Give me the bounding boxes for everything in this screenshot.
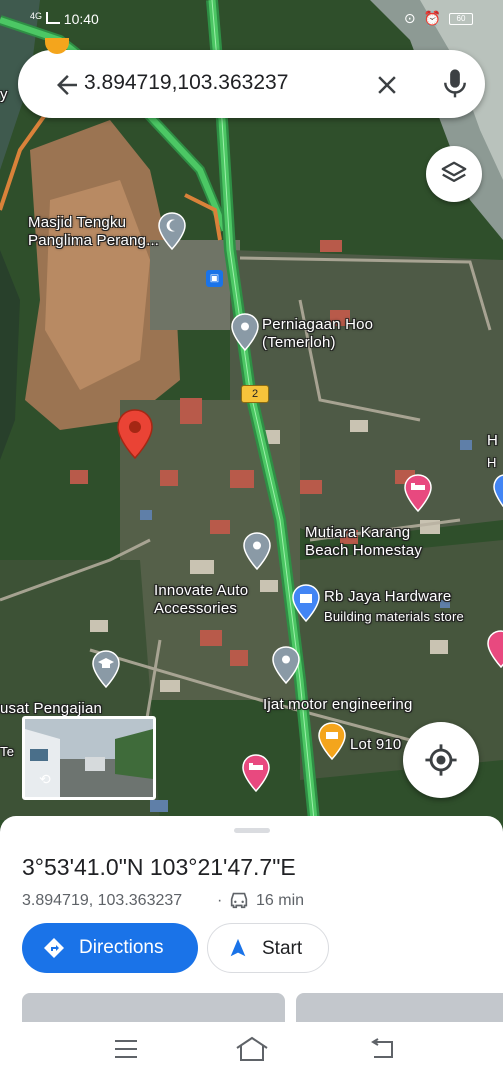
crosshair-icon (425, 744, 457, 776)
label-innovate[interactable]: Innovate Auto Accessories (154, 582, 248, 618)
label-rbjaya[interactable]: Rb Jaya Hardware (324, 588, 451, 606)
home-icon[interactable] (235, 1036, 269, 1062)
label-edge-h2[interactable]: H (487, 455, 497, 470)
layers-button[interactable] (426, 146, 482, 202)
directions-button[interactable]: Directions (22, 923, 198, 973)
hotel-place-icon[interactable] (242, 754, 270, 792)
start-navigation-button[interactable]: Start (207, 923, 329, 973)
start-label: Start (262, 938, 303, 959)
microphone-icon[interactable] (440, 67, 470, 101)
hotel-place-icon[interactable] (487, 630, 503, 668)
shop-place-icon[interactable] (272, 646, 300, 684)
coordinates-title: 3°53'41.0"N 103°21'47.7"E (22, 854, 296, 880)
location-status-icon: ⊙ (403, 10, 416, 26)
label-edge-h1[interactable]: H (487, 432, 498, 450)
label-edge-left[interactable]: y (0, 86, 8, 104)
separator: · (217, 892, 223, 909)
signal-icon (45, 12, 60, 24)
label-rbjaya-category: Building materials store (324, 609, 464, 624)
shop-place-icon[interactable] (231, 313, 259, 351)
school-place-icon[interactable] (92, 650, 120, 688)
label-ijat[interactable]: Ijat motor engineering (263, 696, 413, 714)
label-perniagaan[interactable]: Perniagaan Hoo (Temerloh) (262, 316, 373, 352)
status-bar: 4G 10:40 ⊙ ⏰ 60 (0, 0, 503, 40)
place-bottom-sheet[interactable]: 3°53'41.0"N 103°21'47.7"E 3.894719, 103.… (0, 816, 503, 1033)
battery-icon: 60 (449, 12, 473, 25)
layers-icon (441, 161, 467, 182)
alarm-icon: ⏰ (423, 10, 441, 26)
label-mutiara[interactable]: Mutiara Karang Beach Homestay (305, 524, 422, 560)
decimal-coordinates: 3.894719, 103.363237 (22, 892, 183, 909)
search-bar[interactable]: 3.894719,103.363237 (18, 50, 485, 118)
label-lot[interactable]: Lot 910 (350, 736, 401, 754)
network-indicator: 4G (30, 11, 43, 21)
route-shield: 2 (241, 385, 269, 403)
menu-icon[interactable] (114, 1038, 138, 1060)
my-location-button[interactable] (403, 722, 479, 798)
map-view[interactable]: 4G 10:40 ⊙ ⏰ 60 3.894719,103.363237 2 ▣ … (0, 0, 503, 830)
label-pusat-sub: Te (0, 744, 15, 759)
bus-stop-icon[interactable]: ▣ (206, 270, 223, 287)
directions-label: Directions (79, 937, 164, 958)
drag-handle[interactable] (234, 828, 270, 833)
back-icon[interactable] (370, 1038, 396, 1060)
close-icon[interactable] (372, 70, 402, 100)
navigation-arrow-icon (230, 938, 246, 957)
system-nav-bar (0, 1022, 503, 1080)
hotel-place-icon[interactable] (404, 474, 432, 512)
street-view-thumbnail[interactable]: ⟲ (22, 716, 156, 800)
label-masjid[interactable]: Masjid Tengku Panglima Perang... (28, 214, 159, 250)
search-query[interactable]: 3.894719,103.363237 (84, 71, 288, 95)
directions-icon (44, 938, 64, 958)
shop-place-icon[interactable] (243, 532, 271, 570)
drive-duration: 16 min (256, 892, 305, 909)
store-place-icon[interactable] (493, 474, 503, 508)
hardware-store-icon[interactable] (292, 584, 320, 622)
restaurant-place-icon[interactable] (318, 722, 346, 760)
dropped-pin-icon[interactable] (116, 408, 154, 460)
mosque-place-icon[interactable] (158, 212, 186, 250)
360-view-icon: ⟲ (39, 771, 51, 787)
arrow-back-icon[interactable] (52, 70, 82, 100)
clock: 10:40 (63, 11, 99, 27)
car-icon (230, 892, 248, 909)
